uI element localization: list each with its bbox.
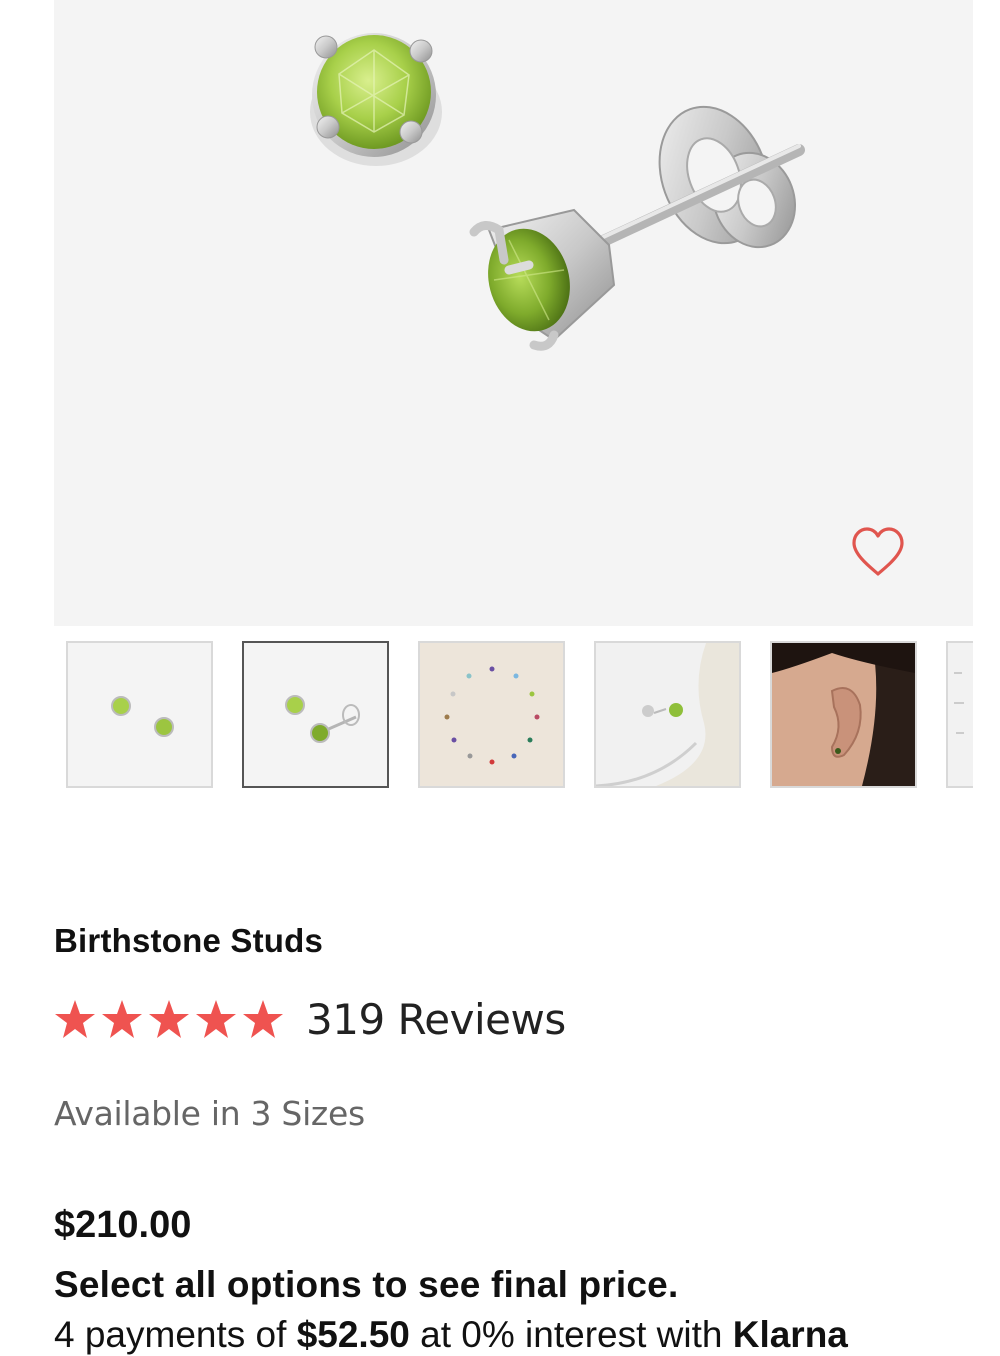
product-price: $210.00 bbox=[54, 1204, 192, 1246]
thumbnail-birthstone-circle[interactable] bbox=[418, 641, 565, 788]
studs-on-dish-image bbox=[596, 643, 739, 786]
studs-pair-image bbox=[68, 643, 211, 786]
star-filled-icon bbox=[196, 1000, 236, 1038]
star-filled-icon bbox=[102, 1000, 142, 1038]
earrings-photo bbox=[310, 33, 805, 351]
size-availability: Available in 3 Sizes bbox=[54, 1094, 365, 1133]
thumbnail-studs-side[interactable] bbox=[242, 641, 389, 788]
star-filled-icon bbox=[149, 1000, 189, 1038]
studs-side-image bbox=[244, 643, 387, 786]
thumbnail-studs-on-dish[interactable] bbox=[594, 641, 741, 788]
klarna-logo[interactable]: Klarna bbox=[733, 1314, 848, 1355]
financing-amount: $52.50 bbox=[296, 1314, 410, 1355]
rating-summary[interactable]: 319 Reviews bbox=[54, 992, 566, 1046]
thumbnail-studs-pair[interactable] bbox=[66, 641, 213, 788]
thumbnail-model-ear[interactable] bbox=[770, 641, 917, 788]
reviews-count-link[interactable]: 319 Reviews bbox=[306, 995, 566, 1044]
partial-thumbnail-image bbox=[948, 643, 973, 786]
klarna-financing[interactable]: 4 payments of $52.50 at 0% interest with… bbox=[54, 1314, 848, 1356]
financing-prefix: 4 payments of bbox=[54, 1314, 297, 1355]
model-ear-image bbox=[772, 643, 915, 786]
product-hero-image[interactable] bbox=[54, 0, 973, 626]
birthstone-circle-image bbox=[420, 643, 563, 786]
thumbnail-partial[interactable] bbox=[946, 641, 973, 788]
rating-stars bbox=[54, 999, 284, 1039]
star-filled-icon bbox=[55, 1000, 95, 1038]
thumbnail-strip[interactable] bbox=[66, 641, 973, 791]
wishlist-heart-icon[interactable] bbox=[850, 526, 906, 578]
product-title: Birthstone Studs bbox=[54, 922, 324, 959]
price-note: Select all options to see final price. bbox=[54, 1264, 679, 1305]
star-filled-icon bbox=[243, 1000, 283, 1038]
financing-middle: at 0% interest with bbox=[409, 1314, 733, 1355]
